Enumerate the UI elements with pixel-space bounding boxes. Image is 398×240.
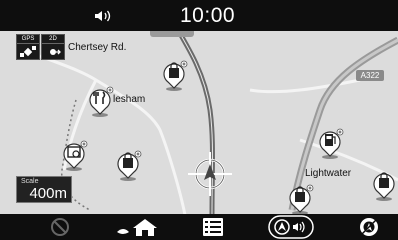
shopping-bag-icon bbox=[163, 60, 188, 91]
poi-shopping-3[interactable] bbox=[372, 170, 398, 207]
status-bar: 10:00 bbox=[0, 0, 398, 31]
poi-fuel-station[interactable] bbox=[318, 128, 346, 165]
post-office-icon bbox=[63, 140, 88, 171]
list-menu-button[interactable] bbox=[196, 214, 230, 240]
voice-guidance-icon bbox=[268, 215, 314, 239]
map-scale: Scale 400m bbox=[16, 176, 72, 203]
voice-guidance-button[interactable] bbox=[268, 214, 314, 240]
bottom-toolbar bbox=[0, 214, 398, 240]
restaurant-icon bbox=[89, 86, 114, 117]
poi-shopping-2[interactable] bbox=[116, 150, 144, 187]
scale-title: Scale bbox=[21, 178, 39, 185]
home-icon bbox=[117, 219, 157, 236]
map-view-button[interactable] bbox=[352, 214, 386, 240]
navigation-screen: Chertsey Rd. lesham Lightwater A322 10:0… bbox=[0, 0, 398, 240]
shopping-bag-icon bbox=[117, 150, 142, 181]
speaker-sound-icon[interactable] bbox=[94, 9, 114, 23]
cancel-route-button[interactable] bbox=[42, 214, 78, 240]
home-button[interactable] bbox=[112, 214, 162, 240]
map-view-icon bbox=[360, 218, 378, 236]
road-label-chertsey: Chertsey Rd. bbox=[68, 42, 127, 53]
poi-shopping-1[interactable] bbox=[162, 60, 190, 97]
poi-restaurant[interactable] bbox=[88, 86, 116, 123]
clock-time: 10:00 bbox=[180, 4, 236, 27]
map-mode-indicator[interactable]: 2D bbox=[41, 34, 65, 60]
shopping-bag-icon bbox=[289, 184, 314, 215]
road-label-lesham: lesham bbox=[113, 94, 146, 105]
gps-label: GPS bbox=[17, 35, 39, 44]
satellite-icon bbox=[20, 46, 36, 57]
cancel-route-icon bbox=[51, 218, 69, 236]
scale-value: 400m bbox=[29, 185, 67, 202]
poi-post-office[interactable] bbox=[62, 140, 90, 177]
road-sign-a322: A322 bbox=[356, 70, 384, 81]
road-label-lightwater: Lightwater bbox=[305, 168, 352, 179]
fuel-station-icon bbox=[319, 128, 344, 159]
map-mode-label: 2D bbox=[42, 35, 64, 44]
gps-indicator: GPS bbox=[16, 34, 40, 60]
list-menu-icon bbox=[203, 218, 223, 236]
compass-arrow-icon bbox=[50, 49, 61, 55]
shopping-bag-icon bbox=[373, 172, 395, 201]
